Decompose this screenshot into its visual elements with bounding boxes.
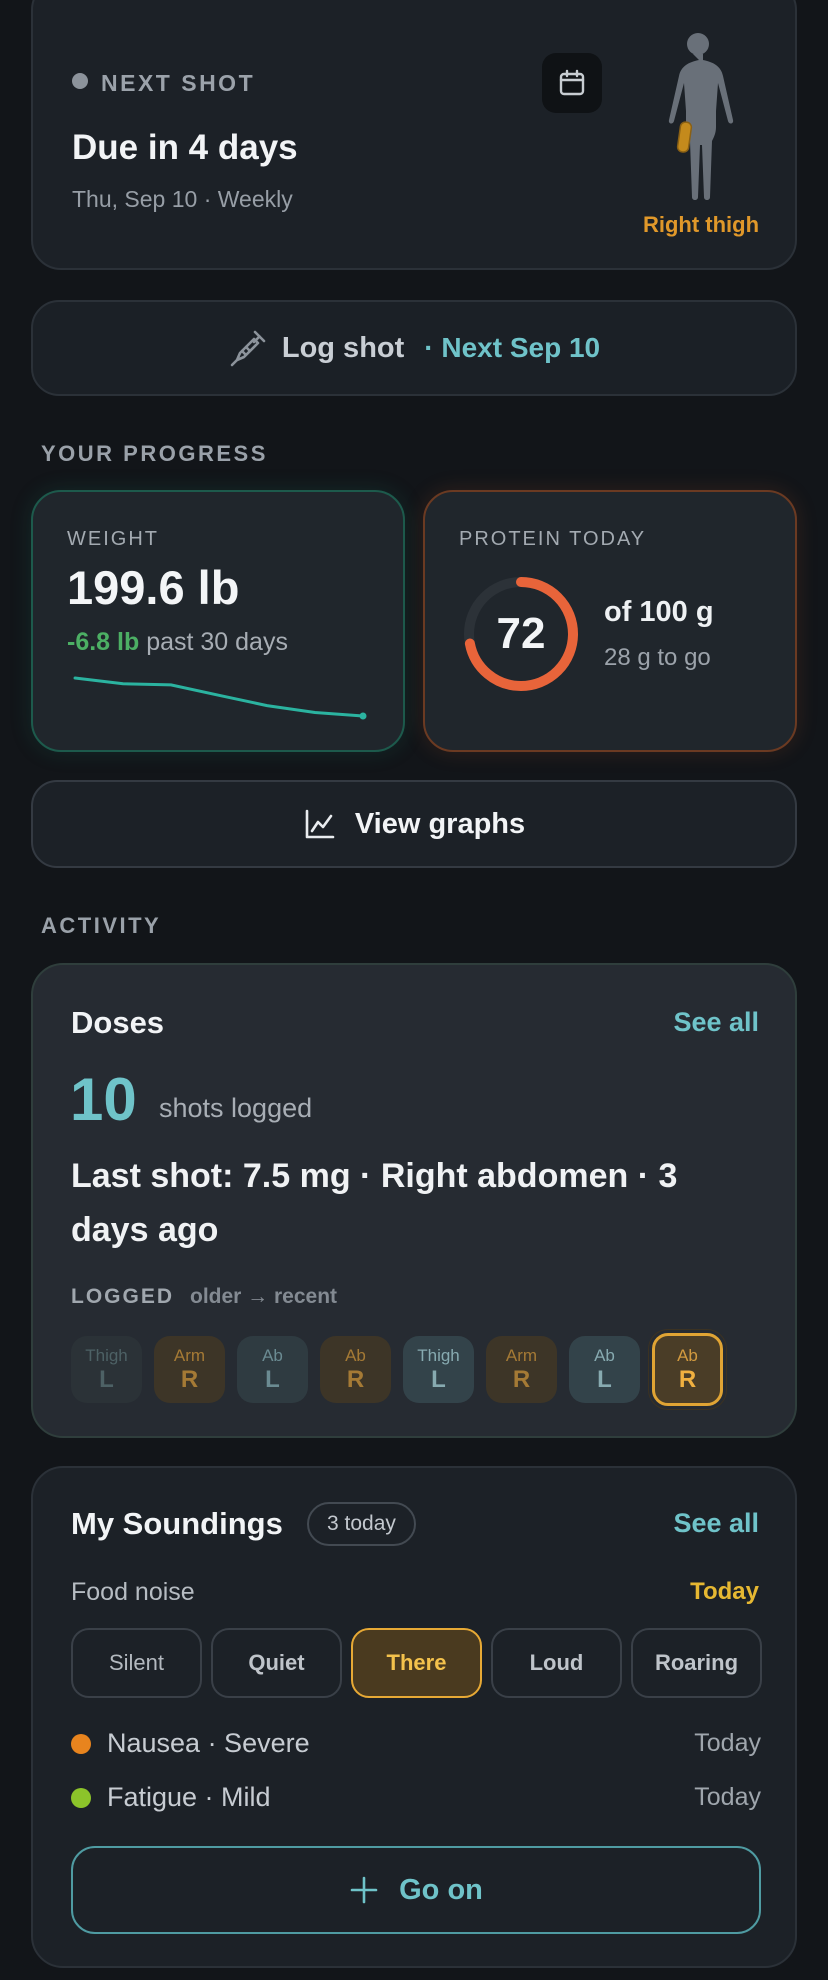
weight-sparkline (73, 676, 367, 720)
level-roaring[interactable]: Roaring (631, 1628, 762, 1698)
next-shot-title: Due in 4 days (72, 128, 298, 167)
doses-title: Doses (71, 1005, 165, 1040)
next-shot-label: NEXT SHOT (101, 70, 256, 96)
log-shot-next-date: · Next Sep 10 (424, 332, 601, 363)
doses-see-all-link[interactable]: See all (673, 1007, 759, 1038)
soundings-see-all-link[interactable]: See all (673, 1508, 759, 1539)
go-on-button[interactable]: Go on (71, 1846, 761, 1934)
injection-site-marker (676, 121, 693, 153)
soundings-count-badge: 3 today (307, 1502, 416, 1546)
dose-chip[interactable]: Ab R (320, 1336, 391, 1403)
food-noise-time: Today (690, 1578, 759, 1605)
severity-dot (71, 1787, 91, 1808)
logged-label: LOGGED (71, 1285, 175, 1308)
log-shot-label: Log shot (281, 331, 405, 364)
symptom-text: Nausea · Severe (107, 1728, 310, 1758)
dose-count-label: shots logged (159, 1093, 313, 1123)
dose-chip[interactable]: Arm R (154, 1336, 225, 1403)
weight-change-period: past 30 days (146, 628, 288, 656)
soundings-title: My Soundings (71, 1506, 283, 1541)
view-graphs-button[interactable]: View graphs (31, 780, 797, 868)
soundings-card: My Soundings 3 today See all Food noise … (31, 1466, 797, 1968)
symptom-row[interactable]: Fatigue · Mild Today (71, 1782, 761, 1813)
last-shot-summary: Last shot: 7.5 mg · Right abdomen · 3 da… (71, 1157, 678, 1249)
protein-label: PROTEIN TODAY (459, 528, 647, 550)
food-noise-selector: Silent Quiet There Loud Roaring (71, 1628, 762, 1698)
doses-card: Doses See all 10 shots logged Last shot:… (31, 963, 797, 1438)
level-silent[interactable]: Silent (71, 1628, 202, 1698)
dose-history-chips: Thigh L Arm R Ab L Ab R Thigh L Arm R Ab L Ab R (71, 1333, 723, 1406)
dose-chip[interactable]: Ab L (237, 1336, 308, 1403)
protein-remaining: 28 g to go (604, 644, 711, 671)
logged-order-hint: older → recent (190, 1285, 338, 1308)
symptom-time: Today (694, 1729, 761, 1757)
activity-section-label: ACTIVITY (41, 913, 162, 938)
injection-site-label: Right thigh (642, 212, 760, 237)
weight-value: 199.6 lb (67, 561, 240, 614)
dose-chip[interactable]: Thigh L (71, 1336, 142, 1403)
weight-change: -6.8 lb past 30 days (67, 628, 288, 657)
protein-goal: of 100 g (604, 596, 714, 628)
view-graphs-label: View graphs (354, 807, 526, 840)
log-shot-button[interactable]: Log shot · Next Sep 10 (31, 300, 797, 396)
dose-chip[interactable]: Thigh L (403, 1336, 474, 1403)
calendar-icon (559, 69, 585, 96)
weight-label: WEIGHT (67, 528, 159, 550)
dose-chip[interactable]: Arm R (486, 1336, 557, 1403)
symptom-row[interactable]: Nausea · Severe Today (71, 1728, 761, 1759)
body-figure-icon (668, 33, 734, 200)
weight-trend-line (73, 676, 365, 718)
line-chart-icon (305, 809, 335, 839)
protein-card[interactable]: PROTEIN TODAY 72 of 100 g 28 g to go (423, 490, 797, 752)
status-dot (72, 73, 88, 89)
next-shot-card[interactable]: NEXT SHOT Due in 4 days Thu, Sep 10 · We… (31, 0, 797, 270)
food-noise-label: Food noise (71, 1578, 195, 1606)
level-quiet[interactable]: Quiet (211, 1628, 342, 1698)
severity-dot (71, 1733, 91, 1754)
go-on-label: Go on (399, 1873, 483, 1906)
symptom-text: Fatigue · Mild (107, 1782, 271, 1812)
calendar-button[interactable] (542, 53, 602, 113)
symptom-time: Today (694, 1783, 761, 1811)
weight-change-value: -6.8 lb (67, 628, 140, 656)
weight-card[interactable]: WEIGHT 199.6 lb -6.8 lb past 30 days (31, 490, 405, 752)
protein-value: 72 (496, 609, 546, 658)
progress-section-label: YOUR PROGRESS (41, 441, 268, 466)
next-shot-subtitle: Thu, Sep 10 · Weekly (72, 186, 293, 212)
syringe-icon (230, 330, 266, 367)
dose-chip-latest[interactable]: Ab R (652, 1333, 723, 1406)
plus-icon (350, 1876, 378, 1904)
level-there[interactable]: There (351, 1628, 482, 1698)
weight-trend-endpoint (359, 712, 367, 720)
level-loud[interactable]: Loud (491, 1628, 622, 1698)
dose-chip[interactable]: Ab L (569, 1336, 640, 1403)
dose-count: 10 (70, 1066, 137, 1133)
